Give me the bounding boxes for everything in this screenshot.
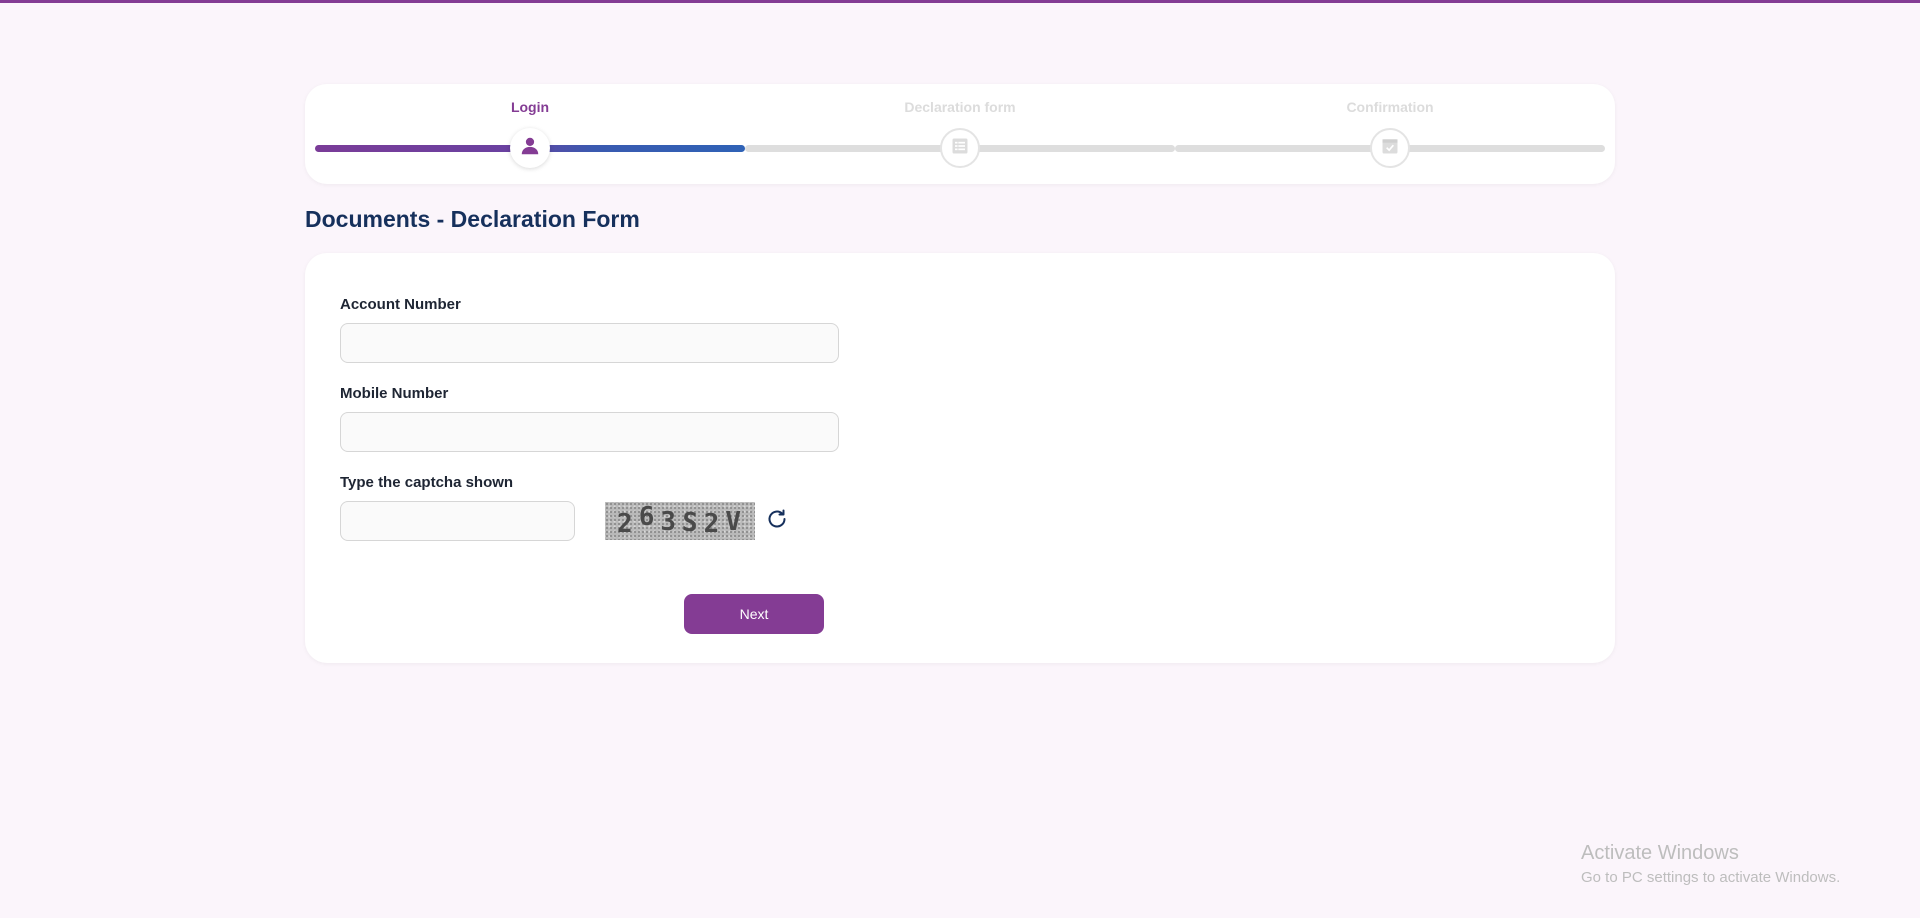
- calendar-check-icon: [1380, 136, 1400, 161]
- captcha-input[interactable]: [340, 501, 575, 541]
- captcha-image: 2 6 3 S 2 V: [605, 502, 755, 540]
- step-declaration-form: Declaration form: [745, 84, 1175, 184]
- step-login: Login: [315, 84, 745, 184]
- step-circle-declaration-form: [940, 128, 980, 168]
- captcha-char: 2: [703, 509, 722, 539]
- declaration-form-card: Account Number Mobile Number Type the ca…: [305, 253, 1615, 663]
- captcha-char: V: [725, 507, 743, 537]
- account-number-label: Account Number: [340, 296, 461, 313]
- refresh-icon: [765, 507, 789, 536]
- progress-stepper: Login Declaration form Confirmation: [305, 84, 1615, 184]
- step-label-confirmation: Confirmation: [1346, 99, 1434, 115]
- next-button[interactable]: Next: [684, 594, 824, 634]
- watermark-title: Activate Windows: [1581, 842, 1739, 864]
- watermark-subtitle: Go to PC settings to activate Windows.: [1581, 869, 1841, 886]
- form-list-icon: [950, 136, 970, 161]
- step-label-login: Login: [510, 99, 550, 115]
- captcha-char: 3: [660, 507, 678, 537]
- user-icon: [519, 135, 541, 162]
- activate-windows-watermark: Activate Windows Go to PC settings to ac…: [1581, 842, 1840, 886]
- page-title: Documents - Declaration Form: [305, 206, 640, 232]
- account-number-input[interactable]: [340, 323, 839, 363]
- step-label-declaration-form: Declaration form: [904, 99, 1016, 115]
- captcha-char: 2: [617, 509, 635, 539]
- captcha-label: Type the captcha shown: [340, 474, 514, 491]
- step-circle-login: [510, 128, 550, 168]
- mobile-number-label: Mobile Number: [340, 385, 449, 402]
- captcha-refresh-button[interactable]: [764, 508, 790, 534]
- mobile-number-input[interactable]: [340, 412, 839, 452]
- top-accent-bar: [0, 0, 1920, 3]
- captcha-char: S: [680, 507, 701, 539]
- step-circle-confirmation: [1370, 128, 1410, 168]
- captcha-char: 6: [638, 502, 657, 532]
- step-confirmation: Confirmation: [1175, 84, 1605, 184]
